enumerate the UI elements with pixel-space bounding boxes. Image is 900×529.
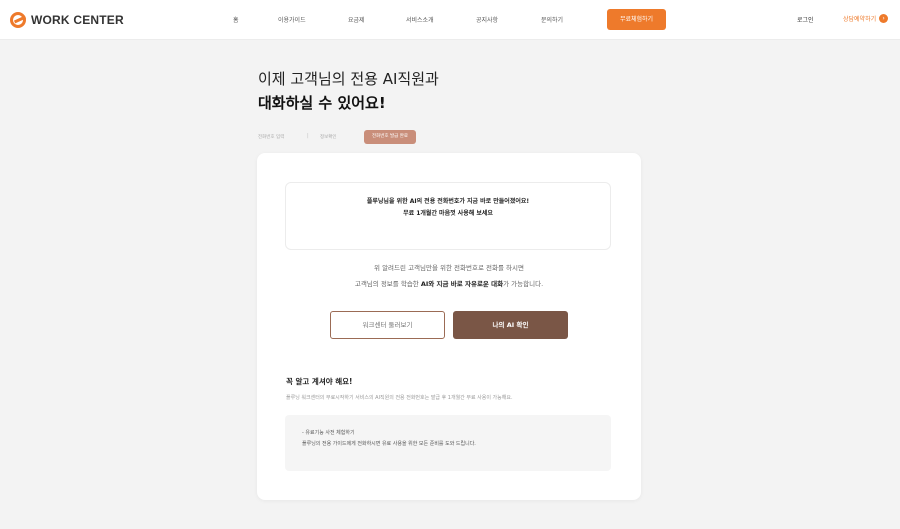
must-know-title: 꼭 알고 계셔야 해요! — [286, 377, 353, 386]
free-trial-button[interactable]: 무료체험하기 — [607, 9, 666, 30]
step-divider: | — [307, 133, 309, 139]
nav-home[interactable]: 홈 — [233, 15, 239, 24]
logo-icon — [10, 12, 26, 28]
info-line1: - 유료기능 사전 체험하기 — [302, 430, 355, 436]
browse-workcenter-button[interactable]: 워크센터 둘러보기 — [330, 311, 445, 339]
notice-line1: 플루닝님을 위한 AI의 전용 전화번호가 지금 바로 만들어졌어요! — [366, 198, 530, 205]
nav-guide[interactable]: 이용가이드 — [278, 15, 306, 24]
description-prefix: 고객님의 정보를 학습한 — [354, 280, 421, 288]
step-phone-input: 전화번호 입력 — [258, 135, 285, 140]
step-info-check: 정보확인 — [320, 135, 337, 140]
login-link[interactable]: 로그인 — [797, 15, 814, 24]
info-box: - 유료기능 사전 체험하기 플루닝의 전용 가이드에게 전화하시면 유료 사용… — [285, 415, 611, 471]
hero-title-line2: 대화하실 수 있어요! — [258, 94, 386, 112]
nav-contact[interactable]: 문의하기 — [541, 15, 563, 24]
consult-label: 상담예약하기 — [843, 16, 877, 23]
description-highlight: AI와 지금 바로 자유로운 대화 — [420, 280, 504, 288]
notice-box: 플루닝님을 위한 AI의 전용 전화번호가 지금 바로 만들어졌어요! 무료 1… — [285, 182, 611, 250]
nav-pricing[interactable]: 요금제 — [348, 15, 365, 24]
description-line2: 고객님의 정보를 학습한 AI와 지금 바로 자유로운 대화가 가능합니다. — [257, 278, 641, 288]
description-line1: 위 알려드린 고객님만을 위한 전화번호로 전화를 하시면 — [374, 264, 524, 272]
nav-service[interactable]: 서비스소개 — [406, 15, 434, 24]
result-card: 플루닝님을 위한 AI의 전용 전화번호가 지금 바로 만들어졌어요! 무료 1… — [257, 153, 641, 500]
hero-title-line1: 이제 고객님의 전용 AI직원과 — [258, 70, 439, 88]
notice-line2: 무료 1개월간 마음껏 사용해 보세요 — [403, 210, 493, 217]
check-my-ai-button[interactable]: 나의 AI 확인 — [453, 311, 568, 339]
consult-link[interactable]: 상담예약하기 › — [843, 14, 889, 23]
info-line2: 플루닝의 전용 가이드에게 전화하시면 유료 사용을 위한 모든 준비를 도와 … — [302, 441, 476, 447]
must-know-description: 플루닝 워크센터의 무료시작하기 서비스의 AI직원의 전용 전화번호는 발급 … — [286, 395, 513, 401]
description-suffix: 가 가능합니다. — [503, 280, 544, 288]
arrow-right-icon: › — [879, 14, 889, 23]
step-complete-badge: 전화번호 발급 완료 — [364, 130, 416, 144]
nav-notice[interactable]: 공지사항 — [476, 15, 498, 24]
logo-text: WORK CENTER — [31, 13, 124, 27]
logo[interactable]: WORK CENTER — [10, 11, 124, 29]
top-header: WORK CENTER 홈 이용가이드 요금제 서비스소개 공지사항 문의하기 … — [0, 0, 900, 40]
